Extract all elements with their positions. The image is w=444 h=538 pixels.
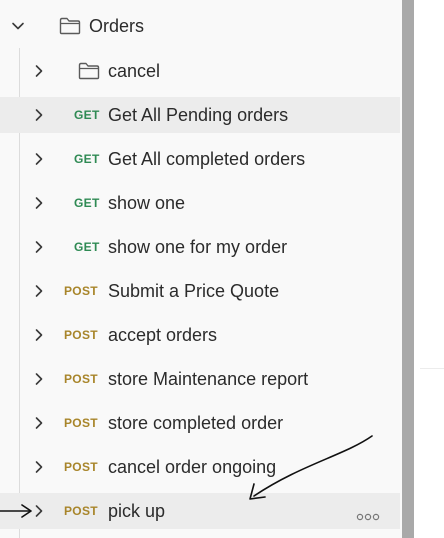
folder-icon [78, 62, 100, 80]
item-label: cancel [108, 61, 161, 81]
chevron-right-icon[interactable] [32, 196, 46, 210]
chevron-down-icon[interactable] [11, 19, 25, 33]
request-name: store Maintenance report [108, 369, 309, 389]
folder-row[interactable]: cancel [0, 53, 400, 89]
request-name: show one for my order [108, 237, 288, 257]
chevron-right-icon[interactable] [32, 64, 46, 78]
request-row[interactable]: GET show one for my order [0, 229, 400, 265]
request-row[interactable]: GET Get All completed orders [0, 141, 400, 177]
chevron-right-icon[interactable] [32, 108, 46, 122]
chevron-right-icon[interactable] [32, 240, 46, 254]
divider [420, 368, 444, 369]
request-row[interactable]: POST accept orders [0, 317, 400, 353]
method-badge: GET [74, 152, 100, 166]
chevron-right-icon[interactable] [32, 328, 46, 342]
chevron-right-icon[interactable] [32, 460, 46, 474]
folder-icon [59, 17, 81, 35]
method-badge: POST [64, 416, 98, 430]
request-row[interactable]: POST cancel order ongoing [0, 449, 400, 485]
request-name: cancel order ongoing [108, 457, 277, 477]
request-name: store completed order [108, 413, 284, 433]
request-row[interactable]: POST pick up [0, 493, 400, 529]
method-badge: POST [64, 460, 98, 474]
chevron-right-icon[interactable] [32, 416, 46, 430]
folder-name: Orders [89, 16, 145, 36]
more-horizontal-icon[interactable] [356, 506, 380, 521]
method-badge: POST [64, 372, 98, 386]
request-name: Get All Pending orders [108, 105, 289, 125]
chevron-right-icon[interactable] [32, 372, 46, 386]
chevron-right-icon[interactable] [32, 152, 46, 166]
folder-row-orders[interactable]: Orders [0, 8, 400, 44]
request-name: pick up [108, 501, 166, 521]
chevron-right-icon[interactable] [32, 504, 46, 518]
method-badge: POST [64, 284, 98, 298]
method-badge: POST [64, 504, 98, 518]
method-badge: GET [74, 108, 100, 122]
request-row[interactable]: GET Get All Pending orders [0, 97, 400, 133]
request-name: accept orders [108, 325, 218, 345]
method-badge: GET [74, 196, 100, 210]
request-row[interactable]: POST store completed order [0, 405, 400, 441]
chevron-right-icon[interactable] [32, 284, 46, 298]
scrollbar[interactable] [402, 0, 414, 538]
request-row[interactable]: POST store Maintenance report [0, 361, 400, 397]
main-pane-edge [414, 0, 444, 538]
method-badge: GET [74, 240, 100, 254]
request-name: show one [108, 193, 186, 213]
request-name: Get All completed orders [108, 149, 306, 169]
request-row[interactable]: GET show one [0, 185, 400, 221]
method-badge: POST [64, 328, 98, 342]
app-root: Orders cancel GET Get All Pending orders GE… [0, 0, 444, 538]
collection-sidebar: Orders cancel GET Get All Pending orders GE… [0, 0, 402, 538]
request-row[interactable]: POST Submit a Price Quote [0, 273, 400, 309]
request-name: Submit a Price Quote [108, 281, 280, 301]
